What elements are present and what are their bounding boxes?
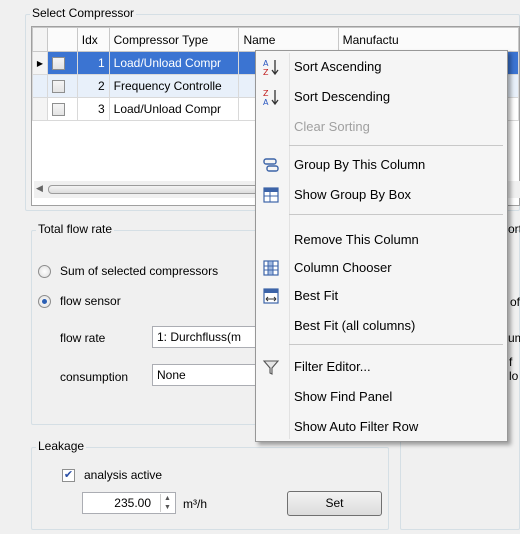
flow-sensor-label: flow sensor [60, 294, 121, 308]
menu-item-best-fit[interactable]: Best Fit [256, 282, 507, 310]
menu-item-group-by-column[interactable]: Group By This Column [256, 151, 507, 179]
right-label-1: ort [508, 222, 520, 236]
menu-item-show-group-box[interactable]: Show Group By Box [256, 181, 507, 209]
row-idx: 3 [76, 97, 110, 121]
sum-selected-label: Sum of selected compressors [60, 264, 219, 278]
row-idx: 2 [76, 74, 110, 98]
sort-ascending-icon: A Z [263, 59, 279, 76]
focused-row-arrow-icon: ▶ [32, 51, 48, 75]
analysis-active-label: analysis active [84, 468, 163, 482]
group-box-icon [263, 187, 279, 203]
row-checkbox[interactable] [46, 97, 78, 121]
filter-icon [262, 360, 280, 375]
menu-separator [289, 214, 503, 215]
column-header-compressor-type[interactable]: Compressor Type [108, 27, 240, 52]
svg-text:A: A [263, 98, 269, 106]
best-fit-icon [263, 288, 279, 304]
flow-rate-select[interactable]: 1: Durchfluss(m [152, 326, 262, 348]
sort-descending-icon: Z A [263, 89, 279, 106]
total-flow-title: Total flow rate [36, 222, 115, 236]
menu-item-show-auto-filter[interactable]: Show Auto Filter Row [256, 413, 507, 441]
column-context-menu: A Z Sort Ascending Z A Sort Descending C… [255, 50, 508, 442]
row-indicator-header [32, 27, 48, 52]
svg-text:Z: Z [263, 68, 269, 76]
row-checkbox[interactable] [46, 74, 78, 98]
menu-item-sort-ascending[interactable]: A Z Sort Ascending [256, 53, 507, 81]
scroll-left-arrow-icon[interactable]: ◀ [36, 183, 43, 194]
leakage-unit: m³/h [183, 497, 207, 511]
flow-sensor-radio[interactable] [38, 295, 51, 308]
menu-item-clear-sorting: Clear Sorting [294, 119, 370, 134]
column-header-manufacturer[interactable]: Manufactu [337, 27, 519, 52]
menu-item-best-fit-all[interactable]: Best Fit (all columns) [256, 312, 507, 340]
right-label-2: of [510, 295, 520, 309]
leakage-title: Leakage [36, 439, 87, 453]
row-idx: 1 [76, 51, 110, 75]
menu-item-column-chooser[interactable]: Column Chooser [256, 254, 507, 282]
spinner-icon[interactable]: ▲ ▼ [160, 494, 174, 512]
svg-text:Z: Z [263, 89, 269, 98]
analysis-active-checkbox[interactable]: ✔ [62, 469, 75, 482]
menu-item-remove-column[interactable]: Remove This Column [256, 226, 507, 254]
menu-item-sort-descending[interactable]: Z A Sort Descending [256, 83, 507, 111]
leakage-group [31, 447, 389, 530]
svg-text:A: A [263, 59, 269, 68]
set-button[interactable]: Set [287, 491, 382, 516]
group-by-icon [263, 158, 279, 172]
right-label-4: f lo [509, 355, 519, 383]
menu-separator [289, 344, 503, 345]
menu-item-show-find-panel[interactable]: Show Find Panel [256, 383, 507, 411]
row-compressor-type: Frequency Controlle [108, 74, 240, 98]
column-header-name[interactable]: Name [238, 27, 339, 52]
menu-separator [289, 145, 503, 146]
row-compressor-type: Load/Unload Compr [108, 51, 240, 75]
menu-item-filter-editor[interactable]: Filter Editor... [256, 353, 507, 381]
sum-selected-radio[interactable] [38, 265, 51, 278]
column-chooser-icon [263, 260, 279, 276]
flow-rate-label: flow rate [60, 331, 106, 345]
row-checkbox[interactable] [46, 51, 78, 75]
consumption-select[interactable]: None [152, 364, 262, 386]
scrollbar-thumb[interactable] [48, 185, 268, 194]
select-compressor-title: Select Compressor [30, 6, 137, 20]
checkbox-column-header[interactable] [46, 27, 78, 52]
column-header-idx[interactable]: Idx [76, 27, 110, 52]
row-compressor-type: Load/Unload Compr [108, 97, 240, 121]
right-label-3: um [508, 331, 520, 345]
consumption-label: consumption [60, 370, 129, 384]
leakage-amount-value: 235.00 [114, 496, 151, 510]
